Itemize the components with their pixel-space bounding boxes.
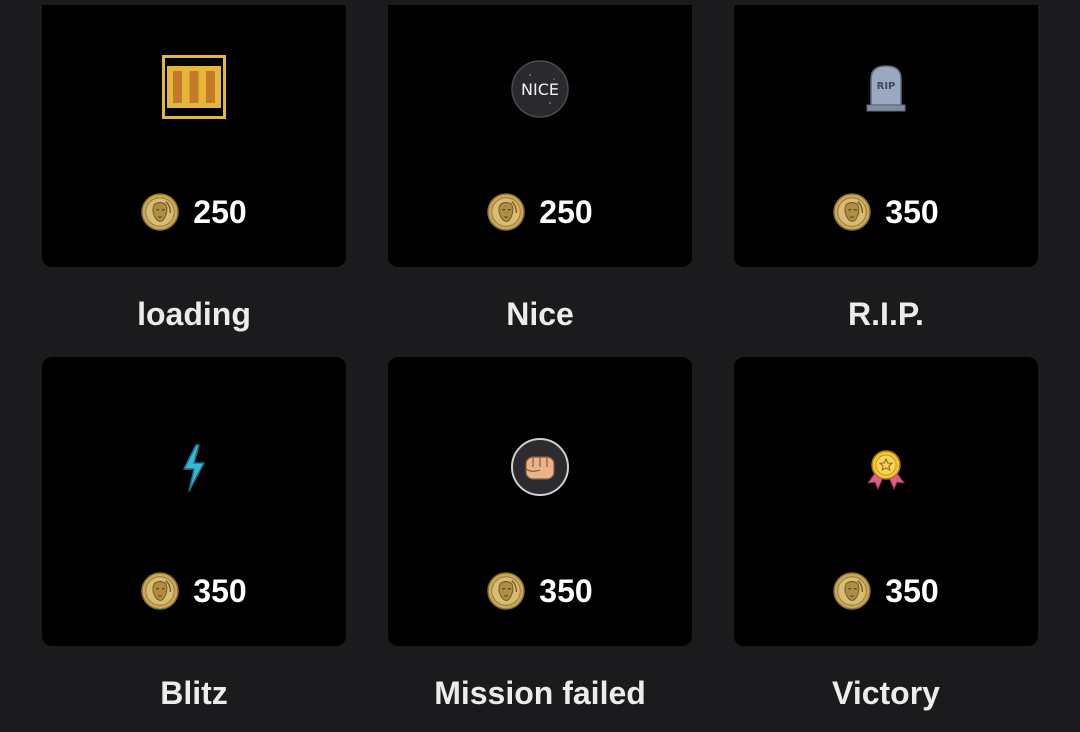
reward-item-nice: NICE 250 Nice [388,5,692,332]
nice-badge-icon: NICE [511,60,569,118]
reward-card[interactable]: RIP 350 [734,5,1038,267]
loading-bars-icon [162,55,226,119]
lightning-bolt-icon [183,444,205,492]
reward-label: Blitz [160,675,228,711]
reward-item-loading: 250 loading [42,5,346,332]
reward-label: Mission failed [434,675,646,711]
coin-icon [141,193,179,231]
price-value: 350 [193,572,247,609]
price-value: 350 [539,572,593,609]
reward-label: R.I.P. [848,296,924,332]
reward-card[interactable]: 350 [42,357,346,646]
price-value: 250 [539,193,593,230]
price-row: 250 [388,193,692,231]
rip-tombstone-icon: RIP [866,65,906,112]
price-row: 350 [42,572,346,610]
reward-card[interactable]: 250 [42,5,346,267]
coin-icon [141,572,179,610]
price-value: 250 [193,193,247,230]
reward-card[interactable]: 350 [388,357,692,646]
reward-item-victory: 350 Victory [734,357,1038,711]
price-row: 350 [734,193,1038,231]
reward-item-rip: RIP 350 R.I.P. [734,5,1038,332]
price-row: 250 [42,193,346,231]
reward-label: Victory [832,675,940,711]
price-row: 350 [734,572,1038,610]
svg-text:NICE: NICE [521,80,559,99]
coin-icon [833,572,871,610]
coin-icon [833,193,871,231]
reward-item-mission-failed: 350 Mission failed [388,357,692,711]
price-value: 350 [885,193,939,230]
svg-text:RIP: RIP [877,81,896,92]
price-row: 350 [388,572,692,610]
fist-icon [511,438,569,496]
reward-card[interactable]: NICE 250 [388,5,692,267]
price-value: 350 [885,572,939,609]
reward-label: Nice [506,296,574,332]
reward-grid: 250 loading NICE 250 Nice RIP 350 R.I.P.… [0,0,1080,732]
coin-icon [487,572,525,610]
reward-item-blitz: 350 Blitz [42,357,346,711]
reward-label: loading [137,296,251,332]
reward-card[interactable]: 350 [734,357,1038,646]
medal-icon [866,450,906,491]
coin-icon [487,193,525,231]
